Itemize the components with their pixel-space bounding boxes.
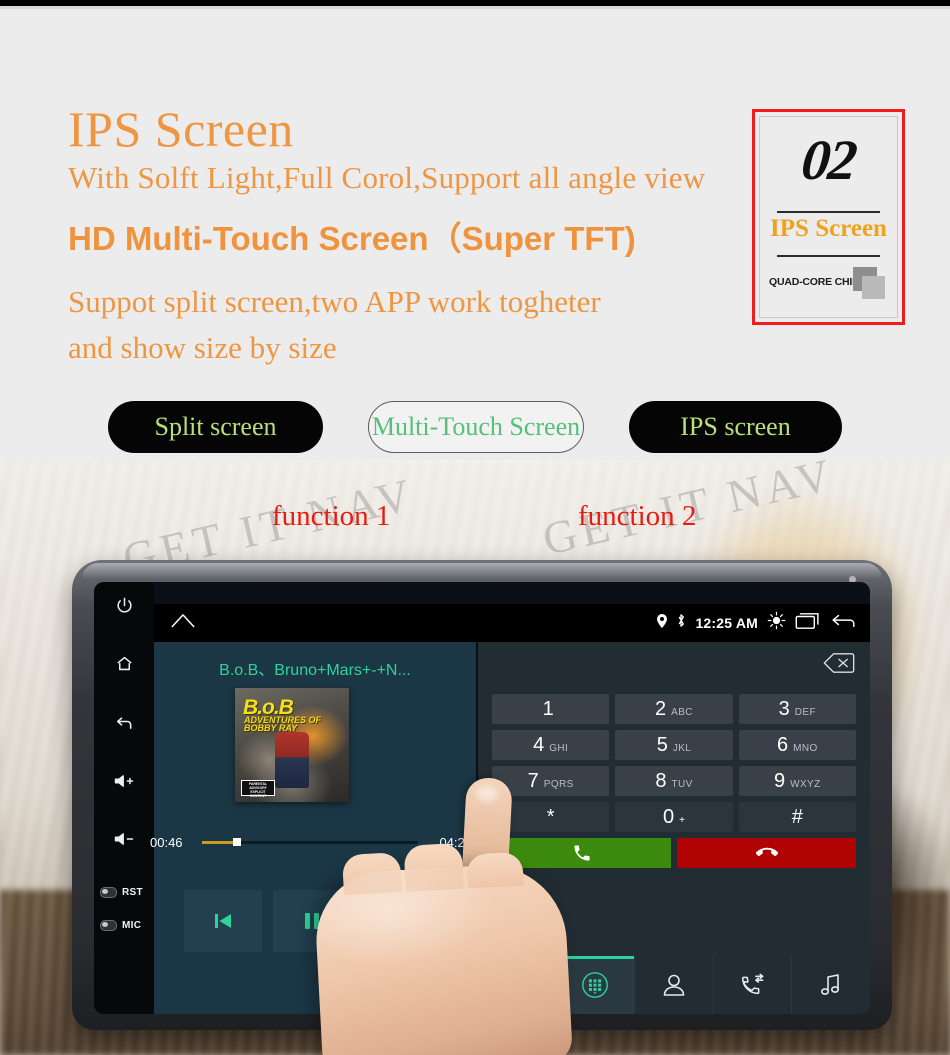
brightness-icon[interactable] — [767, 611, 786, 635]
hardware-button-column: RST MIC — [94, 582, 154, 1014]
callout-function-2: function 2 — [578, 500, 697, 532]
badge-footer-label: QUAD-CORE CHIPS — [769, 276, 866, 288]
marketing-copy: IPS Screen With Solft Light,Full Corol,S… — [68, 104, 738, 372]
callout-function-1: function 1 — [272, 500, 391, 532]
key-digit: 7 — [527, 770, 539, 792]
key-2[interactable]: 2 ABC — [615, 694, 733, 724]
keypad-row: * 0 + # — [492, 802, 856, 832]
key-digit: 5 — [656, 734, 668, 756]
volume-down-icon[interactable] — [94, 830, 154, 848]
page-subtitle: With Solft Light,Full Corol,Support all … — [68, 160, 706, 195]
seek-bar-fill — [202, 840, 237, 844]
key-letters: WXYZ — [790, 779, 821, 790]
key-letters: PQRS — [543, 779, 574, 790]
bluetooth-icon — [676, 613, 686, 633]
keypad-row: 7 PQRS 8 TUV 9 WXYZ — [492, 766, 856, 796]
tab-contacts[interactable] — [635, 956, 714, 1014]
badge-divider-top — [777, 211, 880, 213]
key-letters: JKL — [672, 743, 692, 754]
album-art: B.o.B ADVENTURES OF BOBBY RAY PARENTAL A… — [235, 688, 349, 802]
album-art-subtitle: ADVENTURES OF BOBBY RAY — [244, 715, 322, 733]
android-status-bar: 12:25 AM — [154, 604, 870, 642]
tab-call-log[interactable] — [714, 956, 793, 1014]
key-digit: 2 — [655, 698, 667, 720]
key-hash[interactable]: # — [738, 802, 856, 832]
reset-toggle[interactable]: RST — [100, 887, 154, 898]
description-line-1: Suppot split screen,two APP work toghete… — [68, 283, 601, 319]
reset-label: RST — [122, 887, 143, 898]
user-hand — [312, 842, 574, 1055]
key-5[interactable]: 5 JKL — [615, 730, 733, 760]
description-line-2: and show size by size — [68, 330, 337, 366]
album-art-figure — [275, 732, 309, 788]
seek-bar[interactable] — [202, 838, 418, 846]
key-letters: GHI — [549, 743, 569, 754]
key-digit: 4 — [533, 734, 545, 756]
key-letters: DEF — [794, 707, 816, 718]
key-9[interactable]: 9 WXYZ — [738, 766, 856, 796]
mic-toggle[interactable]: MIC — [100, 920, 154, 931]
feature-pill-row: Split screen Multi-Touch Screen IPS scre… — [0, 401, 950, 457]
key-digit: 9 — [774, 770, 786, 792]
page-title: IPS Screen — [68, 101, 294, 157]
key-8[interactable]: 8 TUV — [615, 766, 733, 796]
key-digit: * — [546, 806, 555, 828]
mic-pinhole-icon — [100, 920, 117, 931]
chip-icon — [853, 267, 887, 299]
seek-bar-thumb[interactable] — [232, 838, 241, 846]
pill-label: IPS screen — [680, 412, 791, 441]
tab-music[interactable] — [792, 956, 870, 1014]
key-letters: ABC — [671, 707, 693, 718]
parental-advisory-icon: PARENTAL ADVISORY EXPLICIT CONTENT — [241, 780, 275, 798]
back-icon[interactable] — [94, 714, 154, 734]
elapsed-time: 00:46 — [150, 834, 183, 850]
pill-multi-touch-screen[interactable]: Multi-Touch Screen — [368, 401, 584, 453]
key-digit: 8 — [655, 770, 667, 792]
keypad-row: 1 2 ABC 3 DEF — [492, 694, 856, 724]
power-icon[interactable] — [94, 596, 154, 615]
pill-label: Split screen — [154, 412, 277, 441]
key-6[interactable]: 6 MNO — [738, 730, 856, 760]
section-badge: 02 IPS Screen QUAD-CORE CHIPS — [752, 109, 905, 325]
mic-label: MIC — [122, 920, 142, 931]
key-digit: 3 — [778, 698, 790, 720]
feature-heading: HD Multi-Touch Screen（Super TFT) — [68, 219, 636, 257]
location-pin-icon — [657, 613, 668, 633]
key-letters: MNO — [793, 743, 818, 754]
reset-pinhole-icon — [100, 887, 117, 898]
key-1[interactable]: 1 — [492, 694, 610, 724]
home-icon[interactable] — [94, 654, 154, 673]
dial-keypad[interactable]: 1 2 ABC 3 DEF 4 GHI 5 JKL 6 MNO 7 PQRS 8… — [492, 694, 856, 868]
track-title: B.o.B、Bruno+Mars+-+N... — [219, 662, 411, 679]
key-digit: 1 — [542, 698, 554, 720]
key-0[interactable]: 0 + — [615, 802, 733, 832]
status-home-icon[interactable] — [170, 612, 196, 634]
keypad-row: 4 GHI 5 JKL 6 MNO — [492, 730, 856, 760]
pill-ips-screen[interactable]: IPS screen — [629, 401, 842, 453]
pill-label: Multi-Touch Screen — [371, 412, 581, 441]
pill-split-screen[interactable]: Split screen — [108, 401, 323, 453]
badge-number: 02 — [798, 129, 859, 192]
key-digit: # — [791, 806, 803, 828]
upper-text-panel: IPS Screen With Solft Light,Full Corol,S… — [0, 9, 950, 460]
volume-up-icon[interactable] — [94, 772, 154, 790]
badge-divider-bottom — [777, 255, 880, 257]
key-digit: 6 — [776, 734, 789, 756]
promo-page: IPS Screen With Solft Light,Full Corol,S… — [0, 0, 950, 1055]
backspace-button[interactable] — [822, 652, 856, 679]
call-action-row — [492, 838, 856, 868]
recents-icon[interactable] — [795, 612, 821, 635]
key-letters: TUV — [671, 779, 693, 790]
key-3[interactable]: 3 DEF — [738, 694, 856, 724]
feature-description: Suppot split screen,two APP work toghete… — [68, 279, 738, 372]
key-4[interactable]: 4 GHI — [492, 730, 610, 760]
key-letters: + — [679, 815, 685, 826]
badge-title: IPS Screen — [770, 215, 887, 242]
back-icon[interactable] — [830, 612, 856, 635]
previous-track-button[interactable] — [184, 890, 262, 952]
status-clock: 12:25 AM — [695, 615, 758, 631]
status-right-group: 12:25 AM — [657, 611, 856, 635]
key-digit: 0 — [663, 806, 675, 828]
hangup-button[interactable] — [677, 838, 856, 868]
